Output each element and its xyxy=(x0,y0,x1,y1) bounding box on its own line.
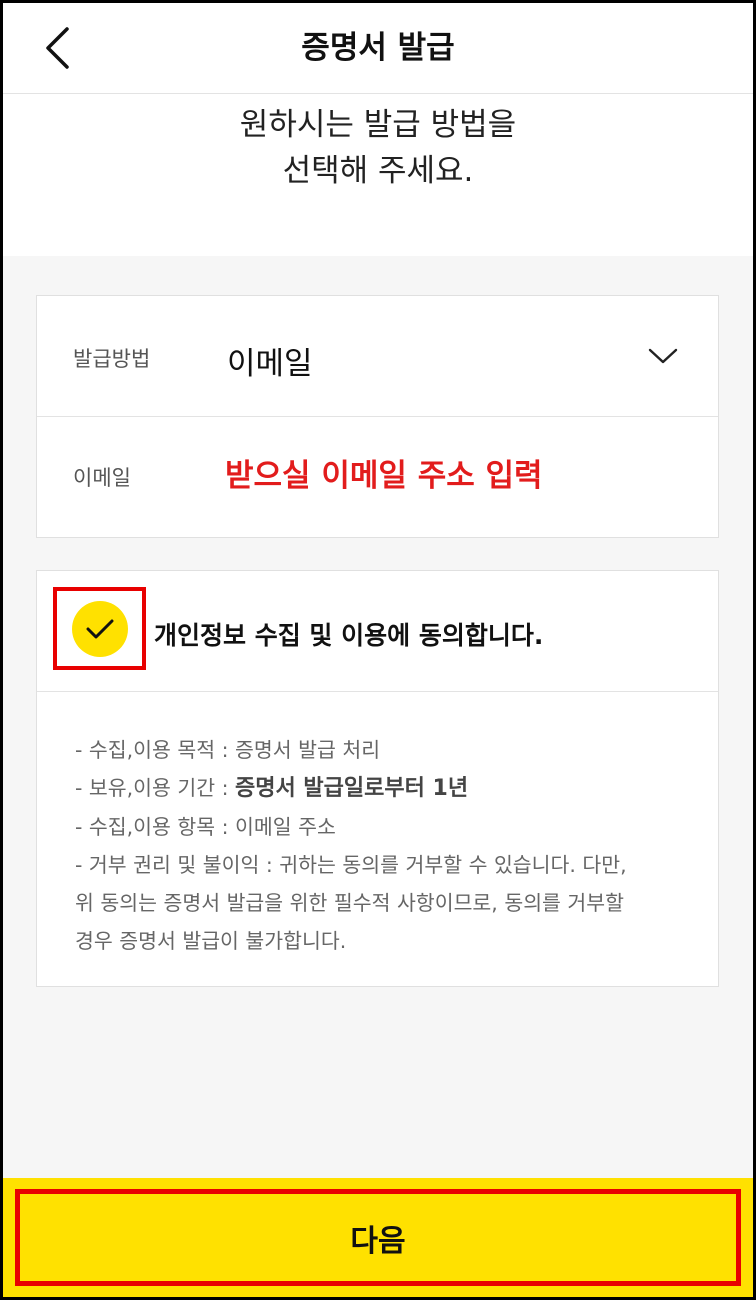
page-title: 증명서 발급 xyxy=(301,30,455,66)
screen-frame: 증명서 발급 원하시는 발급 방법을 선택해 주세요. 발급방법 이메일 이메일 xyxy=(0,0,756,1300)
method-select-value[interactable]: 이메일 xyxy=(227,338,313,383)
email-input[interactable] xyxy=(225,444,685,508)
terms-refusal-3: 경우 증명서 발급이 불가합니다. xyxy=(75,929,347,953)
consent-label: 개인정보 수집 및 이용에 동의합니다. xyxy=(154,621,544,650)
terms-period-prefix: - 보유,이용 기간 : xyxy=(75,776,236,800)
consent-row[interactable]: 개인정보 수집 및 이용에 동의합니다. xyxy=(37,571,718,692)
terms-period: - 보유,이용 기간 : 증명서 발급일로부터 1년 xyxy=(75,769,695,808)
email-label: 이메일 xyxy=(73,466,131,490)
bottom-bar: 다음 xyxy=(3,1178,753,1297)
intro-line-1: 원하시는 발급 방법을 xyxy=(239,107,517,143)
next-button[interactable]: 다음 xyxy=(15,1189,741,1286)
issue-form-card: 발급방법 이메일 이메일 xyxy=(36,295,719,538)
app-header: 증명서 발급 xyxy=(3,3,753,94)
consent-terms: - 수집,이용 목적 : 증명서 발급 처리 - 보유,이용 기간 : 증명서 … xyxy=(75,731,695,960)
dropdown-button[interactable] xyxy=(643,336,683,376)
terms-purpose: - 수집,이용 목적 : 증명서 발급 처리 xyxy=(75,738,381,762)
method-label: 발급방법 xyxy=(73,347,151,371)
chevron-down-icon xyxy=(648,348,678,364)
terms-refusal-1: - 거부 권리 및 불이익 : 귀하는 동의를 거부할 수 있습니다. 다만, xyxy=(75,853,627,877)
chevron-left-icon xyxy=(46,27,69,69)
checkmark-icon xyxy=(86,619,113,638)
back-button[interactable] xyxy=(33,23,83,73)
checkbox-circle xyxy=(71,600,128,657)
consent-card: 개인정보 수집 및 이용에 동의합니다. - 수집,이용 목적 : 증명서 발급… xyxy=(36,570,719,987)
email-row: 이메일 xyxy=(37,416,718,537)
terms-refusal-2: 위 동의는 증명서 발급을 위한 필수적 사항이므로, 동의를 거부할 xyxy=(75,891,625,915)
intro-line-2: 선택해 주세요. xyxy=(282,153,474,189)
method-row[interactable]: 발급방법 이메일 xyxy=(37,296,718,417)
intro-message: 원하시는 발급 방법을 선택해 주세요. xyxy=(3,94,753,256)
terms-period-value: 증명서 발급일로부터 1년 xyxy=(235,776,469,801)
consent-checkbox[interactable] xyxy=(53,587,146,670)
terms-items: - 수집,이용 항목 : 이메일 주소 xyxy=(75,815,336,839)
